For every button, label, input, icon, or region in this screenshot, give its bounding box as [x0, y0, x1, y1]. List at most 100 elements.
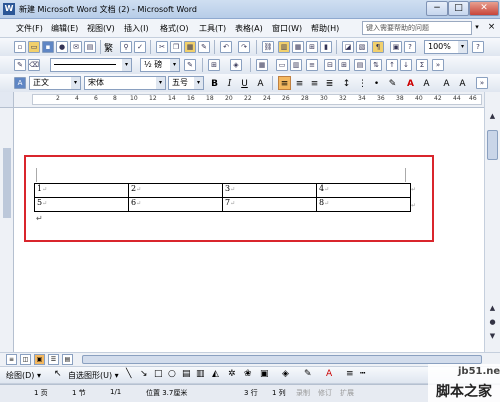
toolbar-options-icon[interactable]: »	[432, 59, 444, 71]
open-folder-icon[interactable]: ▭	[28, 41, 40, 53]
ruler-tab-selector[interactable]	[0, 92, 14, 108]
insert-table-icon[interactable]: ▦	[292, 41, 304, 53]
font-select[interactable]: 宋体 ▾	[84, 76, 166, 90]
fill-color-icon[interactable]: ◈	[282, 369, 289, 379]
line-icon[interactable]: ╲	[126, 369, 131, 379]
font-size-select[interactable]: 五号 ▾	[168, 76, 204, 90]
research-icon[interactable]: ⚲	[120, 41, 132, 53]
border-color-icon[interactable]: ✎	[184, 59, 196, 71]
picture-icon[interactable]: ▣	[260, 369, 269, 379]
draw-font-color-icon[interactable]: A	[326, 369, 332, 379]
help-icon[interactable]: ?	[404, 41, 416, 53]
select-objects-icon[interactable]: ↖	[54, 369, 62, 379]
new-document-icon[interactable]: ▫	[14, 41, 26, 53]
scroll-thumb[interactable]	[487, 130, 498, 160]
previous-page-icon[interactable]: ▲	[487, 302, 498, 314]
arrow-icon[interactable]: ↘	[140, 369, 148, 379]
format-painter-icon[interactable]: ✎	[198, 41, 210, 53]
menu-insert[interactable]: 插入(I)	[124, 23, 149, 34]
print-layout-icon[interactable]: ▣	[34, 354, 45, 365]
text-direction-icon[interactable]: ⇅	[370, 59, 382, 71]
font-color-button[interactable]: A	[404, 76, 417, 90]
distribute-rows-icon[interactable]: ⊟	[324, 59, 336, 71]
char-scale-icon[interactable]: A	[420, 76, 433, 90]
columns-icon[interactable]: ▮	[320, 41, 332, 53]
hyperlink-icon[interactable]: ⛓	[262, 41, 274, 53]
document-map-icon[interactable]: ▧	[356, 41, 368, 53]
oval-icon[interactable]: ○	[168, 369, 176, 379]
menu-edit[interactable]: 编辑(E)	[51, 23, 78, 34]
document-close-button[interactable]: ×	[486, 21, 497, 35]
help-dropdown-icon[interactable]: ▾	[472, 21, 482, 35]
numbering-icon[interactable]: ⋮	[356, 76, 369, 90]
horizontal-ruler[interactable]: 2 4 6 8 10 12 14 16 18 20 22 24 26 28 30…	[14, 92, 490, 108]
close-button[interactable]: ✕	[469, 1, 499, 16]
draw-menu-button[interactable]: 绘图(D) ▾	[6, 370, 41, 381]
help-search-input[interactable]: 键入需要帮助的问题	[362, 21, 472, 35]
undo-icon[interactable]: ↶	[220, 41, 232, 53]
menu-tools[interactable]: 工具(T)	[199, 23, 226, 34]
align-right-icon[interactable]: ≡	[308, 76, 321, 90]
menu-file[interactable]: 文件(F)	[16, 23, 43, 34]
clipart-icon[interactable]: ❀	[244, 369, 252, 379]
show-hide-icon[interactable]: ¶	[372, 41, 384, 53]
shading-color-icon[interactable]: ◈	[230, 59, 242, 71]
vertical-ruler[interactable]	[0, 108, 14, 352]
next-page-icon[interactable]: ▼	[487, 330, 498, 342]
insert-excel-icon[interactable]: ⊞	[306, 41, 318, 53]
redo-icon[interactable]: ↷	[238, 41, 250, 53]
horizontal-scroll-thumb[interactable]	[82, 355, 482, 364]
status-record[interactable]: 录制	[296, 388, 310, 398]
shrink-font-icon[interactable]: A	[456, 76, 469, 90]
insert-table-menu-icon[interactable]: ▦	[256, 59, 268, 71]
word-app-icon[interactable]: W	[3, 3, 15, 15]
diagram-icon[interactable]: ✲	[228, 369, 236, 379]
vertical-textbox-icon[interactable]: ▥	[196, 369, 205, 379]
underline-button[interactable]: U	[238, 76, 251, 90]
traditional-chinese-button[interactable]: 繁	[104, 41, 113, 54]
align-cell-icon[interactable]: ≡	[306, 59, 318, 71]
grow-font-icon[interactable]: A	[440, 76, 453, 90]
styles-formatting-icon[interactable]: A	[14, 77, 26, 89]
menu-format[interactable]: 格式(O)	[160, 23, 189, 34]
align-justify-icon[interactable]: ≡	[278, 76, 291, 90]
read-icon[interactable]: ▣	[390, 41, 402, 53]
permission-icon[interactable]: ●	[56, 41, 68, 53]
autosum-icon[interactable]: Σ	[416, 59, 428, 71]
normal-view-icon[interactable]: ≡	[6, 354, 17, 365]
highlight-icon[interactable]: ✎	[386, 76, 399, 90]
outline-view-icon[interactable]: ☰	[48, 354, 59, 365]
eraser-icon[interactable]: ⌫	[28, 59, 40, 71]
char-border-icon[interactable]: A	[254, 76, 267, 90]
vertical-scrollbar[interactable]: ▲ ▲ ● ▼	[484, 92, 500, 352]
wordart-icon[interactable]: ◭	[212, 369, 219, 379]
line-style-select[interactable]: ▾	[50, 58, 132, 72]
distribute-columns-icon[interactable]: ⊞	[338, 59, 350, 71]
toolbar-options-icon[interactable]: »	[476, 77, 488, 89]
email-icon[interactable]: ✉	[70, 41, 82, 53]
outside-border-icon[interactable]: ⊞	[208, 59, 220, 71]
help-circle-icon[interactable]: ?	[472, 41, 484, 53]
scroll-up-icon[interactable]: ▲	[487, 110, 498, 122]
menu-window[interactable]: 窗口(W)	[272, 23, 302, 34]
split-cells-icon[interactable]: ▥	[290, 59, 302, 71]
tables-borders-icon[interactable]: ▥	[278, 41, 290, 53]
cut-icon[interactable]: ✂	[156, 41, 168, 53]
menu-help[interactable]: 帮助(H)	[311, 23, 339, 34]
maximize-button[interactable]: □	[448, 1, 469, 16]
align-center-icon[interactable]: ≡	[293, 76, 306, 90]
distributed-icon[interactable]: ≣	[323, 76, 336, 90]
spelling-icon[interactable]: ✓	[134, 41, 146, 53]
status-extend[interactable]: 扩展	[340, 388, 354, 398]
italic-button[interactable]: I	[223, 76, 236, 90]
line-weight-select[interactable]: ½ 磅 ▾	[140, 58, 180, 72]
copy-icon[interactable]: ❐	[170, 41, 182, 53]
table-autoformat-icon[interactable]: ▤	[354, 59, 366, 71]
menu-table[interactable]: 表格(A)	[235, 23, 263, 34]
reading-view-icon[interactable]: ▤	[62, 354, 73, 365]
merge-cells-icon[interactable]: ▭	[276, 59, 288, 71]
paste-icon[interactable]: ▦	[184, 41, 196, 53]
sort-ascending-icon[interactable]: ↑	[386, 59, 398, 71]
sort-descending-icon[interactable]: ↓	[400, 59, 412, 71]
status-track-changes[interactable]: 修订	[318, 388, 332, 398]
